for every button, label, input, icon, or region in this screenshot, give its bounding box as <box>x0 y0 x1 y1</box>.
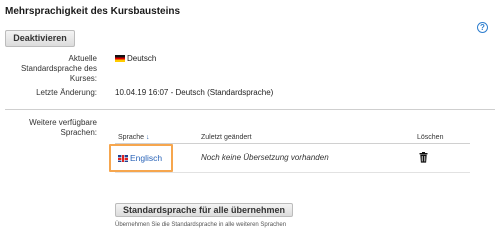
section-title: Mehrsprachigkeit des Kursbausteins <box>5 6 181 17</box>
current-language-value: Deutsch <box>115 54 156 64</box>
section-divider <box>5 109 495 110</box>
sort-arrow-icon[interactable]: ↓ <box>146 134 150 141</box>
trash-icon[interactable] <box>419 152 428 163</box>
last-change-value: 10.04.19 16:07 - Deutsch (Standardsprach… <box>115 88 274 97</box>
apply-default-hint: Übernehmen Sie die Standardsprache in al… <box>115 222 287 228</box>
deactivate-button[interactable]: Deaktivieren <box>5 30 75 47</box>
table-row-divider <box>115 172 470 173</box>
question-circle-icon[interactable]: ? <box>477 22 488 33</box>
german-flag-icon <box>115 55 125 62</box>
apply-default-language-button[interactable]: Standardsprache für alle übernehmen <box>115 203 293 217</box>
other-languages-label: Weitere verfügbare Sprachen: <box>29 118 97 137</box>
british-flag-icon <box>118 155 128 162</box>
current-language-label: Aktuelle Standardsprache des Kurses: <box>20 54 97 83</box>
last-changed-cell: Noch keine Übersetzung vorhanden <box>201 153 329 162</box>
column-header-last-changed: Zuletzt geändert <box>201 134 252 141</box>
last-change-label: Letzte Änderung: <box>36 88 97 97</box>
column-header-language[interactable]: Sprache ↓ <box>118 133 150 142</box>
table-row: Englisch <box>118 153 162 163</box>
language-link-englisch[interactable]: Englisch <box>130 153 162 163</box>
column-header-delete: Löschen <box>417 134 444 141</box>
